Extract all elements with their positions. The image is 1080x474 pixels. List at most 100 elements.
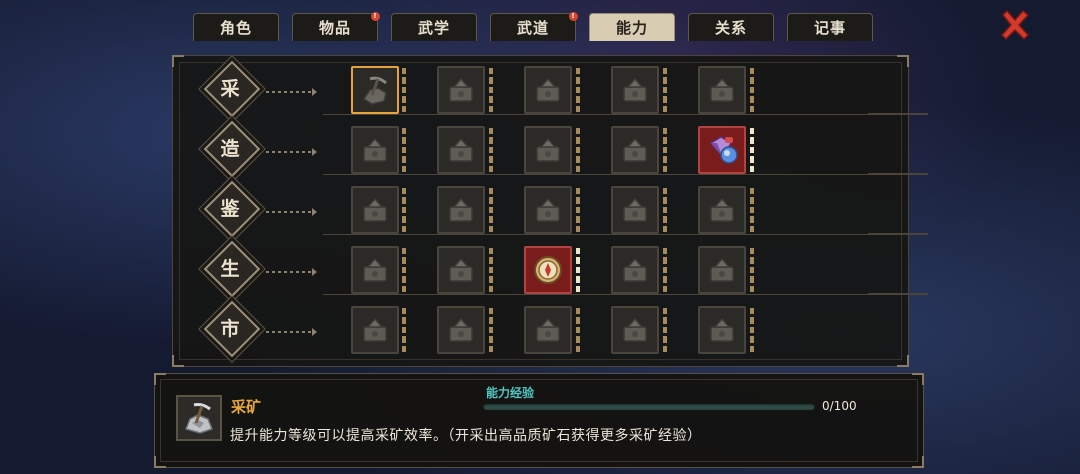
panel-corner [154,456,166,468]
steamer-icon [363,257,387,282]
skill-slot[interactable] [698,246,746,294]
ability-description: 提升能力等级可以提高采矿效率。（开采出高品质矿石获得更多采矿经验） [230,428,702,444]
skill-slot[interactable] [524,66,572,114]
mortar-icon [623,137,647,162]
axe-log-icon [449,77,473,102]
tab-relations[interactable]: 关系 [688,13,774,41]
skill-slot[interactable] [524,126,572,174]
connector-dots [266,151,314,153]
arrow-icon [312,148,317,156]
skill-slot[interactable] [698,126,746,174]
money-bag-icon [363,317,387,342]
skill-slot[interactable] [351,186,399,234]
tab-character[interactable]: 角色 [193,13,279,41]
skill-level-pips [576,248,580,293]
arrow-icon [312,208,317,216]
lens-crate-icon [536,197,560,222]
notification-badge: ! [371,12,380,21]
skill-level-pips [489,128,493,173]
panel-corner [912,456,924,468]
skill-slot[interactable] [611,126,659,174]
ability-row: 鉴 [173,176,928,238]
ability-info-panel: 采矿 提升能力等级可以提高采矿效率。（开采出高品质矿石获得更多采矿经验） 能力经… [154,373,924,468]
herb-basket-icon [536,77,560,102]
skill-slot[interactable] [698,186,746,234]
skill-slot[interactable] [437,246,485,294]
arrow-icon [312,268,317,276]
skill-slot[interactable] [437,126,485,174]
exp-progress-bar [483,403,815,410]
skill-level-pips [576,128,580,173]
skill-slot[interactable] [351,66,399,114]
skill-level-pips [663,188,667,233]
close-x-icon [1000,9,1030,41]
tab-items[interactable]: 物品! [292,12,380,41]
skill-slot[interactable] [611,66,659,114]
connector-dots [266,211,314,213]
skill-level-pips [750,308,754,353]
skill-slot[interactable] [698,66,746,114]
row-divider [323,293,928,295]
skill-slot[interactable] [611,306,659,354]
magnifier-cloth-icon [363,197,387,222]
skill-level-pips [663,248,667,293]
bucket-icon [710,77,734,102]
panel-corner [172,355,184,367]
tab-martial-arts[interactable]: 武学 [391,13,477,41]
tab-martial-way[interactable]: 武道! [490,12,578,41]
stone-pile-icon [449,137,473,162]
skill-level-pips [663,128,667,173]
ore-pickaxe-icon [176,395,222,441]
skill-slot[interactable] [611,246,659,294]
skill-slot[interactable] [524,246,572,294]
weaving-icon [536,137,560,162]
skill-slot[interactable] [611,186,659,234]
skill-slot[interactable] [524,186,572,234]
fishing-rod-icon [623,77,647,102]
skill-slot[interactable] [351,126,399,174]
tab-abilities[interactable]: 能力 [589,13,675,41]
scroll-lens-icon [449,197,473,222]
abacus-icon [449,257,473,282]
skill-level-pips [402,188,406,233]
skill-level-pips [750,128,754,173]
skill-level-pips [750,68,754,113]
ability-row: 市 [173,296,908,358]
ability-row: 造 [173,116,928,178]
skill-level-pips [750,248,754,293]
category-label: 造 [220,137,240,160]
skull-lens-icon [623,197,647,222]
skill-slot[interactable] [437,186,485,234]
compass-icon [534,256,562,284]
skill-slot[interactable] [351,306,399,354]
skill-slot[interactable] [698,306,746,354]
category-label: 市 [220,317,240,340]
row-divider [323,113,928,115]
close-button[interactable] [995,6,1035,44]
skill-level-pips [402,128,406,173]
connector-dots [266,91,314,93]
skill-level-pips [576,68,580,113]
skill-level-pips [402,308,406,353]
category-label: 鉴 [220,197,240,220]
connector-dots [266,331,314,333]
category-label: 采 [220,77,240,100]
tab-label: 能力 [615,19,648,37]
gear-bag-icon [623,317,647,342]
panel-corner [897,355,909,367]
skill-slot[interactable] [524,306,572,354]
skill-slot[interactable] [437,66,485,114]
arrow-icon [312,328,317,336]
skill-level-pips [750,188,754,233]
rope-coil-icon [710,257,734,282]
anvil-icon [363,137,387,162]
skill-level-pips [489,188,493,233]
row-divider [323,173,928,175]
skill-level-pips [663,68,667,113]
lens-box-icon [710,197,734,222]
panel-corner [154,373,166,385]
tab-journal[interactable]: 记事 [787,13,873,41]
tab-label: 记事 [813,19,846,37]
skill-slot[interactable] [351,246,399,294]
skill-slot[interactable] [437,306,485,354]
